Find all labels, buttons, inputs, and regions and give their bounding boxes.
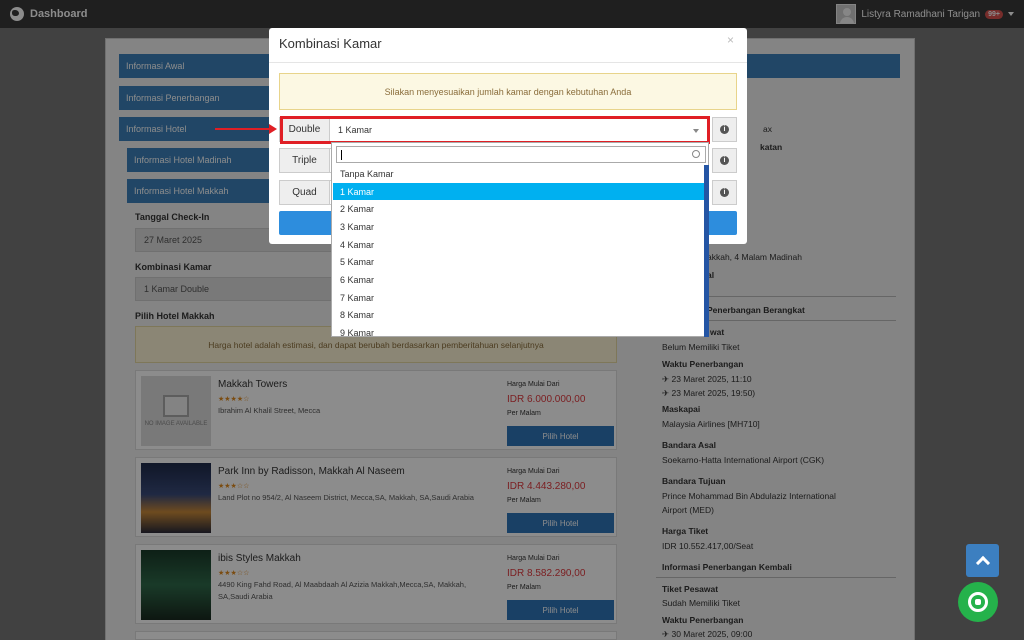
- dropdown-search-input[interactable]: [336, 146, 706, 163]
- modal-alert: Silakan menyesuaikan jumlah kamar dengan…: [279, 73, 737, 110]
- dropdown-option[interactable]: 5 Kamar: [333, 253, 704, 271]
- dropdown-option-selected[interactable]: 1 Kamar: [333, 182, 704, 201]
- dropdown-option[interactable]: 8 Kamar: [333, 307, 704, 325]
- close-icon[interactable]: ×: [727, 33, 734, 47]
- dropdown-option[interactable]: 3 Kamar: [333, 218, 704, 236]
- info-button[interactable]: i: [712, 148, 737, 173]
- room-type-label: Triple: [279, 148, 330, 173]
- dropdown-option[interactable]: 2 Kamar: [333, 200, 704, 218]
- dropdown-scrollbar[interactable]: [704, 165, 709, 337]
- info-button[interactable]: i: [712, 180, 737, 205]
- room-type-label: Quad: [279, 180, 330, 205]
- dropdown-option[interactable]: 4 Kamar: [333, 236, 704, 254]
- info-icon: i: [720, 156, 729, 165]
- search-icon: [692, 150, 700, 158]
- dropdown-option[interactable]: 7 Kamar: [333, 289, 704, 307]
- divider: [269, 62, 747, 63]
- annotation-arrow: [215, 124, 277, 134]
- dropdown-option[interactable]: 9 Kamar: [333, 324, 704, 337]
- highlight-box: [280, 116, 710, 144]
- scroll-top-button[interactable]: [966, 544, 999, 577]
- info-icon: i: [720, 188, 729, 197]
- whatsapp-icon: [968, 592, 988, 612]
- whatsapp-button[interactable]: [958, 582, 998, 622]
- text-cursor: [341, 150, 342, 160]
- chevron-up-icon: [975, 555, 990, 571]
- dropdown-options: Tanpa Kamar 1 Kamar 2 Kamar 3 Kamar 4 Ka…: [333, 165, 704, 337]
- room-count-dropdown: Tanpa Kamar 1 Kamar 2 Kamar 3 Kamar 4 Ka…: [331, 142, 709, 337]
- modal-title: Kombinasi Kamar: [279, 36, 382, 51]
- dropdown-option[interactable]: 6 Kamar: [333, 271, 704, 289]
- info-icon: i: [720, 125, 729, 134]
- dropdown-option[interactable]: Tanpa Kamar: [333, 165, 704, 183]
- info-button[interactable]: i: [712, 117, 737, 142]
